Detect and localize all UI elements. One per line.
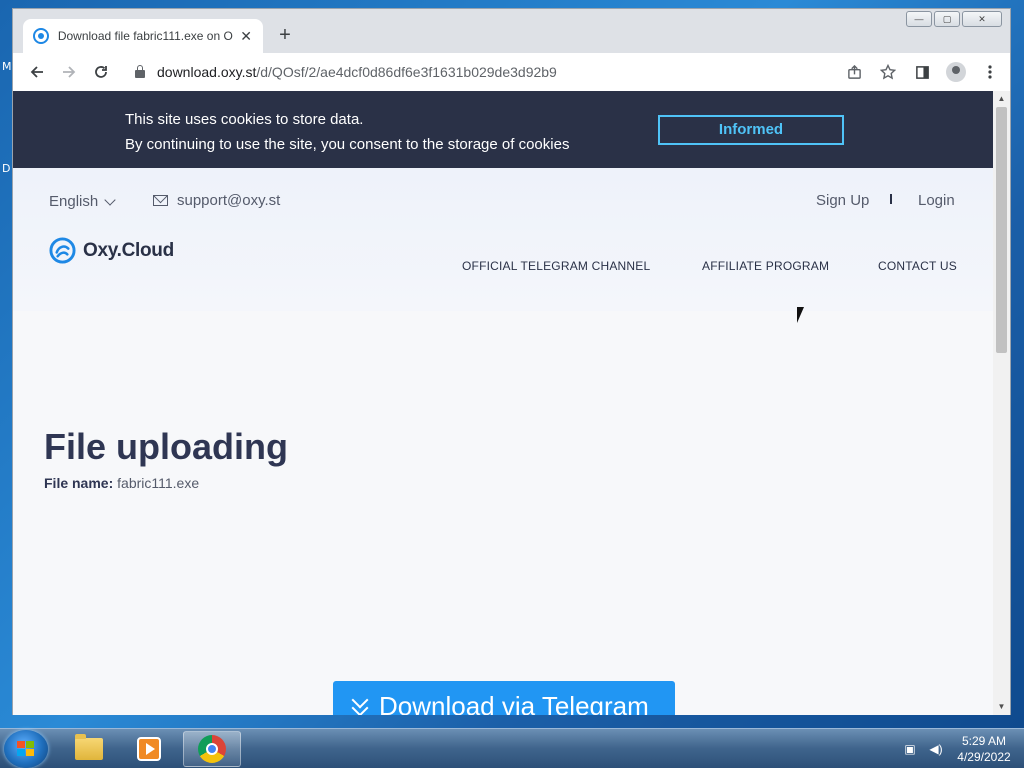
tab-strip: Download file fabric111.exe on Oxy.Cloud… — [13, 9, 1010, 53]
network-icon[interactable]: ▣ — [902, 742, 918, 756]
page-title: File uploading — [44, 426, 288, 467]
reload-icon — [95, 66, 107, 78]
media-player-icon — [137, 737, 161, 761]
cookie-text: This site uses cookies to store data. By… — [125, 107, 569, 157]
folder-icon — [75, 734, 103, 760]
file-name-row: File name: fabric111.exe — [44, 475, 199, 491]
cookie-banner: This site uses cookies to store data. By… — [13, 91, 994, 168]
url-text: download.oxy.st/d/QOsf/2/ae4dcf0d86df6e3… — [157, 64, 557, 80]
maximize-button[interactable]: ▢ — [934, 11, 960, 27]
brand-logo[interactable]: Oxy.Cloud — [49, 237, 174, 264]
taskbar-explorer[interactable] — [60, 731, 118, 767]
brand-name: Oxy.Cloud — [83, 239, 174, 261]
nav-affiliate-program[interactable]: AFFILIATE PROGRAM — [702, 259, 829, 273]
language-selector[interactable]: English — [49, 193, 116, 210]
page-scrollbar[interactable]: ▲ ▼ — [993, 91, 1010, 715]
system-tray: ▣ ◀) 5:29 AM 4/29/2022 — [902, 733, 1014, 765]
back-button[interactable] — [21, 56, 53, 88]
language-label: English — [49, 193, 99, 210]
toolbar-actions — [840, 57, 1004, 87]
download-button-label: Download via Telegram — [379, 690, 649, 716]
new-tab-button[interactable]: + — [275, 25, 295, 45]
tab-close-icon[interactable]: ✕ — [239, 28, 253, 45]
cookie-line-2: By continuing to use the site, you conse… — [125, 136, 570, 153]
oxy-cloud-logo-icon — [49, 237, 76, 264]
mouse-cursor-icon — [797, 307, 811, 323]
scroll-up-icon[interactable]: ▲ — [993, 91, 1010, 107]
desktop-icon-label-fragment[interactable]: M — [2, 60, 12, 73]
windows-logo-icon — [17, 741, 35, 757]
volume-icon[interactable]: ◀) — [928, 742, 944, 756]
chrome-icon — [198, 735, 226, 763]
site-header: English support@oxy.st Sign Up Login Oxy… — [13, 168, 994, 311]
bookmark-star-icon[interactable] — [874, 57, 902, 87]
login-link[interactable]: Login — [918, 192, 955, 209]
window-controls: — ▢ ✕ — [906, 11, 1002, 27]
arrow-right-icon — [63, 66, 76, 78]
support-email-link[interactable]: support@oxy.st — [153, 192, 280, 209]
file-name-label: File name: — [44, 475, 114, 491]
clock-date: 4/29/2022 — [957, 750, 1011, 764]
chevron-down-icon — [104, 193, 116, 206]
taskbar-media-player[interactable] — [120, 731, 178, 767]
download-telegram-button[interactable]: Download via Telegram — [333, 681, 675, 715]
url-path: /d/QOsf/2/ae4dcf0d86df6e3f1631b029de3d92… — [256, 64, 557, 80]
mail-icon — [153, 195, 168, 206]
signup-link[interactable]: Sign Up — [816, 192, 869, 209]
nav-contact-us[interactable]: CONTACT US — [878, 259, 957, 273]
scroll-down-icon[interactable]: ▼ — [993, 699, 1010, 715]
header-divider — [890, 194, 892, 204]
tab-title: Download file fabric111.exe on Oxy.Cloud — [57, 29, 233, 43]
double-chevron-down-icon — [351, 691, 371, 715]
taskbar-chrome[interactable] — [183, 731, 241, 767]
avatar-icon — [946, 62, 966, 82]
cookie-line-1: This site uses cookies to store data. — [125, 111, 364, 128]
arrow-left-icon — [30, 66, 43, 78]
nav-telegram-channel[interactable]: OFFICIAL TELEGRAM CHANNEL — [462, 259, 650, 273]
close-window-button[interactable]: ✕ — [962, 11, 1002, 27]
browser-window: Download file fabric111.exe on Oxy.Cloud… — [12, 8, 1011, 715]
oxy-cloud-favicon-icon — [33, 28, 49, 44]
menu-kebab-icon[interactable] — [976, 57, 1004, 87]
clock-time: 5:29 AM — [961, 734, 1007, 748]
forward-button[interactable] — [53, 56, 85, 88]
profile-button[interactable] — [942, 57, 970, 87]
browser-toolbar: download.oxy.st/d/QOsf/2/ae4dcf0d86df6e3… — [13, 53, 1010, 91]
support-email: support@oxy.st — [177, 192, 281, 209]
taskbar: ▣ ◀) 5:29 AM 4/29/2022 — [0, 728, 1024, 768]
desktop-icon-label-fragment[interactable]: D — [2, 162, 10, 175]
browser-tab[interactable]: Download file fabric111.exe on Oxy.Cloud… — [23, 19, 263, 53]
clock[interactable]: 5:29 AM 4/29/2022 — [954, 733, 1014, 765]
start-button[interactable] — [4, 730, 48, 768]
share-icon[interactable] — [840, 57, 868, 87]
url-host: download.oxy.st — [157, 64, 257, 80]
minimize-button[interactable]: — — [906, 11, 932, 27]
lock-icon[interactable] — [135, 65, 145, 78]
reload-button[interactable] — [85, 56, 117, 88]
page-viewport: This site uses cookies to store data. By… — [13, 91, 994, 715]
file-name-value: fabric111.exe — [117, 475, 200, 491]
scroll-thumb[interactable] — [996, 107, 1007, 353]
side-panel-icon[interactable] — [908, 57, 936, 87]
informed-button[interactable]: Informed — [658, 115, 844, 145]
